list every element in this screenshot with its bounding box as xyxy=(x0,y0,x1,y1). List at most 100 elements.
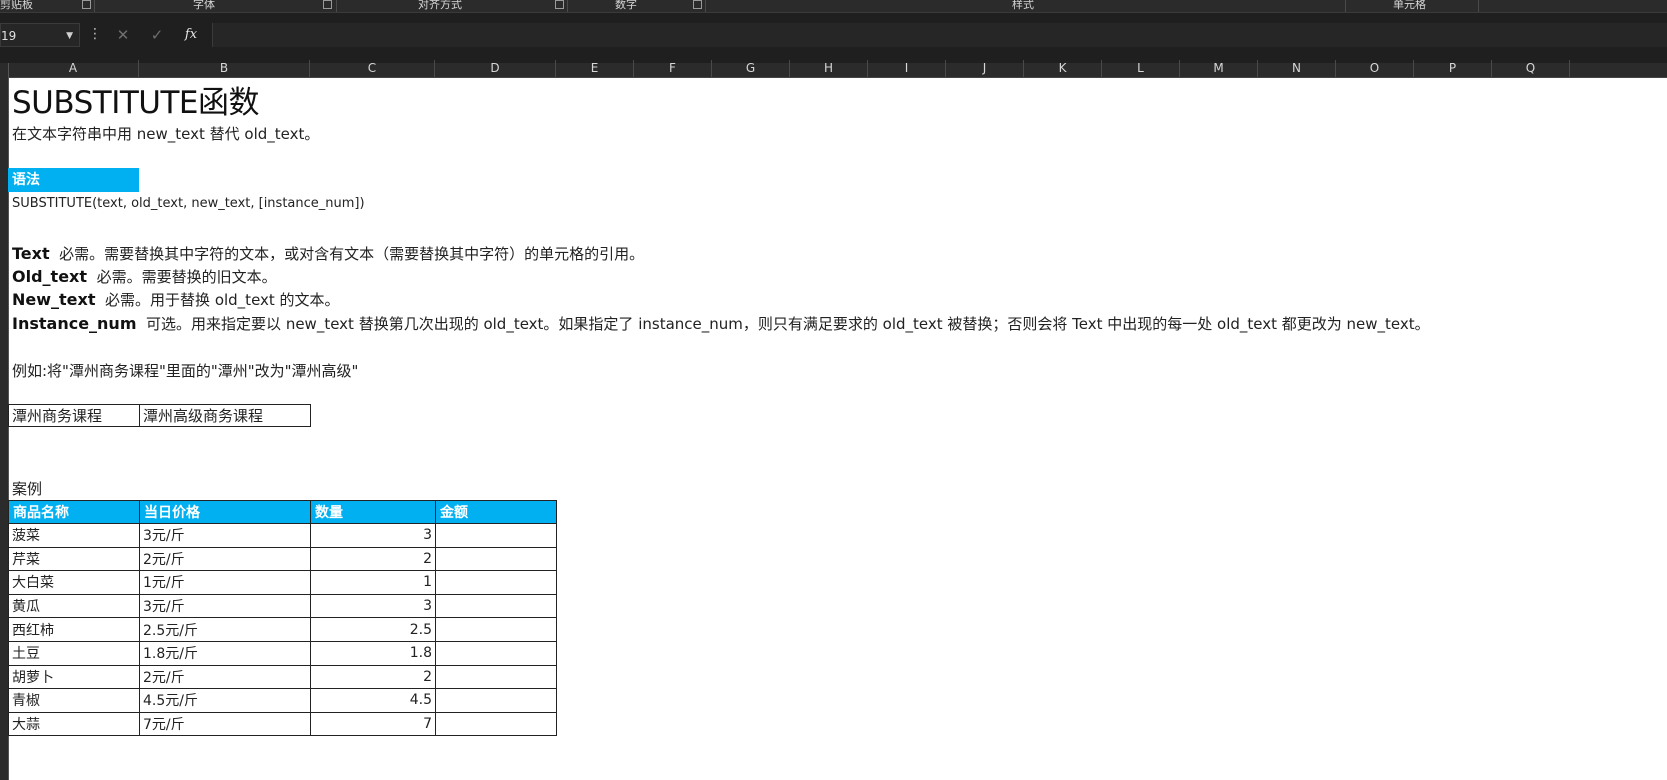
product-name-cell[interactable]: 菠菜 xyxy=(8,523,140,548)
arg-desc: 必需。需要替换其中字符的文本，或对含有文本（需要替换其中字符）的单元格的引用。 xyxy=(59,245,645,263)
product-name-cell[interactable]: 芹菜 xyxy=(8,546,140,572)
price-cell[interactable]: 1.8元/斤 xyxy=(139,640,311,666)
price-cell[interactable]: 3元/斤 xyxy=(139,593,311,619)
column-header-n[interactable]: N xyxy=(1258,60,1336,77)
quantity-cell[interactable]: 7 xyxy=(310,711,436,737)
number-launcher-icon[interactable] xyxy=(693,0,702,9)
syntax-cell[interactable]: SUBSTITUTE(text, old_text, new_text, [in… xyxy=(12,196,365,211)
table-row: 大蒜 7元/斤 7 xyxy=(8,711,557,737)
ribbon-divider xyxy=(1478,0,1479,12)
column-header-f[interactable]: F xyxy=(634,60,712,77)
ribbon-group-font: 字体 xyxy=(193,0,215,11)
price-cell[interactable]: 7元/斤 xyxy=(139,711,311,737)
arg-name: Text xyxy=(12,244,50,263)
ribbon-divider xyxy=(336,0,337,12)
enter-icon[interactable]: ✓ xyxy=(144,23,170,47)
quantity-cell[interactable]: 2 xyxy=(310,546,436,572)
chevron-down-icon[interactable]: ▼ xyxy=(66,24,73,48)
quantity-cell[interactable]: 3 xyxy=(310,523,436,548)
sheet-title[interactable]: SUBSTITUTE函数 xyxy=(12,77,260,122)
column-header-b[interactable]: B xyxy=(139,60,310,77)
table-row: 大白菜 1元/斤 1 xyxy=(8,570,557,595)
price-cell[interactable]: 3元/斤 xyxy=(139,523,311,548)
arg-old-text-cell[interactable]: Old_text 必需。需要替换的旧文本。 xyxy=(12,266,277,287)
quantity-cell[interactable]: 3 xyxy=(310,593,436,619)
price-cell[interactable]: 2.5元/斤 xyxy=(139,617,311,642)
more-options-icon[interactable]: ⋮ xyxy=(88,27,102,41)
column-header-a[interactable]: A xyxy=(8,60,139,77)
header-daily-price[interactable]: 当日价格 xyxy=(139,500,311,524)
product-name-cell[interactable]: 大白菜 xyxy=(8,570,140,595)
example-text-cell[interactable]: 例如:将"潭州商务课程"里面的"潭州"改为"潭州高级" xyxy=(12,360,358,381)
name-box[interactable]: 19 ▼ xyxy=(0,23,80,47)
ribbon-group-clipboard: 剪贴板 xyxy=(0,0,33,11)
font-launcher-icon[interactable] xyxy=(323,0,332,9)
price-cell[interactable]: 2元/斤 xyxy=(139,664,311,690)
column-header-l[interactable]: L xyxy=(1102,60,1180,77)
arg-instance-num-cell[interactable]: Instance_num 可选。用来指定要以 new_text 替换第几次出现的… xyxy=(12,313,1430,334)
syntax-header-cell[interactable]: 语法 xyxy=(8,168,139,192)
column-header-j[interactable]: J xyxy=(946,60,1024,77)
amount-cell[interactable] xyxy=(435,546,557,572)
amount-cell[interactable] xyxy=(435,664,557,690)
arg-desc: 可选。用来指定要以 new_text 替换第几次出现的 old_text。如果指… xyxy=(146,315,1430,333)
column-header-k[interactable]: K xyxy=(1024,60,1102,77)
quantity-cell[interactable]: 1 xyxy=(310,570,436,595)
alignment-launcher-icon[interactable] xyxy=(555,0,564,9)
arg-name: Instance_num xyxy=(12,314,137,333)
product-name-cell[interactable]: 土豆 xyxy=(8,640,140,666)
column-header-q[interactable]: Q xyxy=(1492,60,1570,77)
amount-cell[interactable] xyxy=(435,617,557,642)
quantity-cell[interactable]: 2 xyxy=(310,664,436,690)
example-after-cell[interactable]: 潭州高级商务课程 xyxy=(139,404,311,427)
worksheet[interactable]: SUBSTITUTE函数 在文本字符串中用 new_text 替代 old_te… xyxy=(8,77,1667,780)
column-header-c[interactable]: C xyxy=(310,60,435,77)
ribbon-divider xyxy=(94,0,95,12)
amount-cell[interactable] xyxy=(435,688,557,713)
product-name-cell[interactable]: 青椒 xyxy=(8,688,140,713)
header-quantity[interactable]: 数量 xyxy=(310,500,436,524)
arg-name: New_text xyxy=(12,290,96,309)
amount-cell[interactable] xyxy=(435,711,557,737)
quantity-cell[interactable]: 2.5 xyxy=(310,617,436,642)
example-before-cell[interactable]: 潭州商务课程 xyxy=(8,404,140,427)
header-amount[interactable]: 金额 xyxy=(435,500,557,524)
insert-function-icon[interactable]: fx xyxy=(178,23,204,47)
arg-new-text-cell[interactable]: New_text 必需。用于替换 old_text 的文本。 xyxy=(12,289,340,310)
amount-cell[interactable] xyxy=(435,523,557,548)
arg-text-cell[interactable]: Text 必需。需要替换其中字符的文本，或对含有文本（需要替换其中字符）的单元格… xyxy=(12,243,644,264)
product-name-cell[interactable]: 大蒜 xyxy=(8,711,140,737)
price-cell[interactable]: 1元/斤 xyxy=(139,570,311,595)
product-name-cell[interactable]: 胡萝卜 xyxy=(8,664,140,690)
column-header-h[interactable]: H xyxy=(790,60,868,77)
column-header-p[interactable]: P xyxy=(1414,60,1492,77)
column-header-e[interactable]: E xyxy=(556,60,634,77)
ribbon-divider xyxy=(705,0,706,12)
clipboard-launcher-icon[interactable] xyxy=(82,0,91,9)
description-cell[interactable]: 在文本字符串中用 new_text 替代 old_text。 xyxy=(12,123,319,144)
column-header-g[interactable]: G xyxy=(712,60,790,77)
table-row: 潭州商务课程 潭州高级商务课程 xyxy=(8,404,311,427)
header-product-name[interactable]: 商品名称 xyxy=(8,500,140,524)
amount-cell[interactable] xyxy=(435,640,557,666)
case-table: 商品名称 当日价格 数量 金额 菠菜 3元/斤 3 芹菜 2元/斤 2 大白菜 … xyxy=(8,500,557,737)
column-header-d[interactable]: D xyxy=(435,60,556,77)
column-header-o[interactable]: O xyxy=(1336,60,1414,77)
formula-input[interactable] xyxy=(212,23,1667,47)
column-header-m[interactable]: M xyxy=(1180,60,1258,77)
case-label-cell[interactable]: 案例 xyxy=(12,478,42,499)
product-name-cell[interactable]: 西红柿 xyxy=(8,617,140,642)
arg-desc: 必需。用于替换 old_text 的文本。 xyxy=(105,291,340,309)
price-cell[interactable]: 4.5元/斤 xyxy=(139,688,311,713)
amount-cell[interactable] xyxy=(435,570,557,595)
ribbon-group-labels: 剪贴板 字体 对齐方式 数字 样式 单元格 xyxy=(0,0,1667,13)
amount-cell[interactable] xyxy=(435,593,557,619)
column-header-i[interactable]: I xyxy=(868,60,946,77)
table-row: 黄瓜 3元/斤 3 xyxy=(8,593,557,619)
quantity-cell[interactable]: 1.8 xyxy=(310,640,436,666)
product-name-cell[interactable]: 黄瓜 xyxy=(8,593,140,619)
price-cell[interactable]: 2元/斤 xyxy=(139,546,311,572)
cancel-icon[interactable]: ✕ xyxy=(110,23,136,47)
quantity-cell[interactable]: 4.5 xyxy=(310,688,436,713)
formula-bar: 19 ▼ ⋮ ✕ ✓ fx xyxy=(0,13,1667,63)
